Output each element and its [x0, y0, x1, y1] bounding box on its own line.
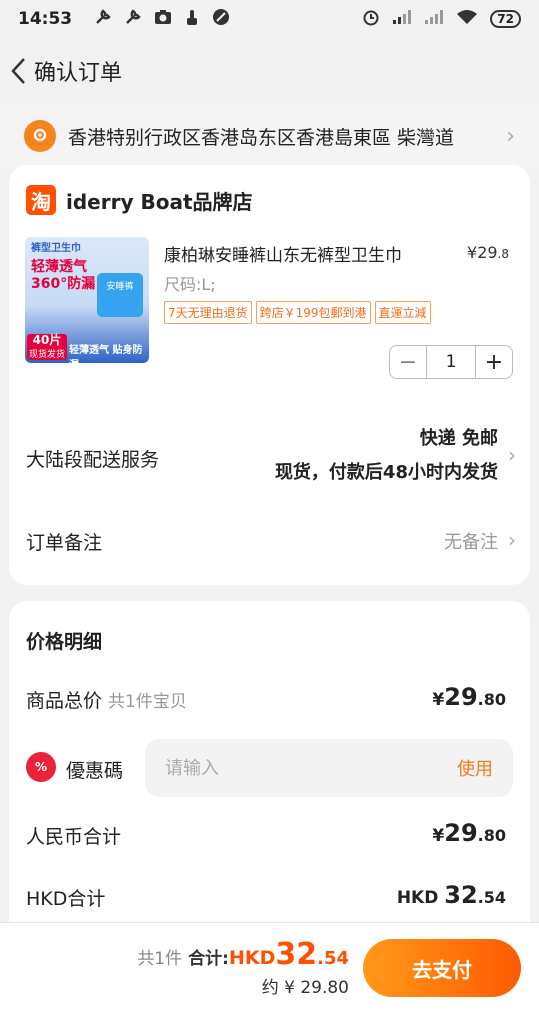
approx-rmb-total: 约 ¥ 29.80	[261, 978, 349, 998]
item-count: 共1件	[137, 949, 183, 969]
status-bar: 14:53 72	[0, 0, 539, 38]
taobao-icon: 淘	[26, 185, 56, 215]
page-title: 确认订单	[34, 61, 123, 86]
wifi-icon	[456, 9, 478, 29]
checkout-bar: 共1件 合计: HKD 32 .54 约 ¥ 29.80 去支付	[0, 922, 539, 1024]
product-title[interactable]: 康柏琳安睡裤山东无裤型卫生巾	[164, 241, 454, 266]
pay-button[interactable]: 去支付	[363, 939, 521, 997]
camera-icon	[154, 8, 172, 30]
checkout-total: 共1件 合计: HKD 32 .54	[137, 937, 349, 972]
status-notification-icons	[94, 8, 230, 30]
chevron-right-icon: ›	[506, 123, 515, 149]
coupon-label: 優惠碼	[66, 760, 124, 782]
shipping-label: 大陆段配送服务	[26, 449, 160, 471]
product-image-pack: 安睡裤	[97, 273, 143, 317]
service-tag: 跨店￥199包郵到港	[255, 301, 371, 324]
total-label: 合计:	[188, 949, 229, 969]
shop-name: iderry Boat品牌店	[66, 189, 253, 214]
battery-level: 72	[490, 10, 521, 28]
rmb-total-label: 人民币合计	[26, 826, 122, 848]
price-detail-title: 价格明细	[26, 631, 103, 653]
service-tags: 7天无理由退货 跨店￥199包郵到港 直運立減	[164, 301, 431, 324]
app-icon	[212, 8, 230, 30]
product-image-text: 轻薄透气 贴身防漏	[69, 345, 143, 363]
alarm-icon	[362, 8, 380, 30]
order-note-label: 订单备注	[26, 532, 103, 554]
shipping-eta[interactable]: 现货，付款后48小时内发货	[275, 458, 498, 484]
decrement-button[interactable]: −	[390, 346, 426, 378]
product-image-text: 裤型卫生巾	[31, 243, 81, 254]
product-image-badge: 40片 现货发货	[27, 333, 67, 360]
back-arrow-icon[interactable]	[6, 51, 32, 91]
total-currency: HKD	[228, 947, 276, 969]
rmb-total-amount: ¥29.80	[432, 819, 506, 847]
signal-icon	[424, 9, 444, 29]
service-tag: 7天无理由退货	[164, 301, 252, 324]
order-note-value[interactable]: 无备注	[444, 528, 498, 554]
apply-coupon-button[interactable]: 使用	[457, 755, 493, 781]
chevron-right-icon[interactable]: ›	[508, 528, 516, 552]
coupon-input[interactable]	[165, 757, 425, 779]
status-time: 14:53	[18, 9, 73, 29]
touch-icon	[184, 8, 200, 30]
hkd-total-label: HKD合计	[26, 888, 106, 910]
hkd-total-amount: HKD 32.54	[396, 881, 506, 909]
quantity-value[interactable]: 1	[426, 346, 476, 378]
location-pin-icon	[24, 120, 56, 152]
wrench-icon	[124, 8, 142, 30]
total-amount: 32	[275, 937, 318, 972]
nav-bar: 确认订单	[0, 38, 539, 104]
shop-card: 淘 iderry Boat品牌店 裤型卫生巾 轻薄透气 360°防漏 安睡裤 4…	[9, 165, 530, 585]
price-detail-card: 价格明细 商品总价共1件宝贝 ¥29.80 % 優惠碼 使用 人民币合计 ¥29…	[9, 601, 530, 931]
status-system-icons: 72	[362, 8, 521, 30]
total-decimal: .54	[317, 948, 349, 969]
shipping-method[interactable]: 快递 免邮	[420, 424, 498, 450]
coupon-box: 使用	[145, 739, 513, 797]
increment-button[interactable]: +	[476, 346, 512, 378]
signal-icon	[392, 9, 412, 29]
product-price: ¥29.8	[467, 243, 509, 262]
product-image-text: 轻薄透气 360°防漏	[31, 259, 96, 292]
shop-header[interactable]: 淘 iderry Boat品牌店	[26, 185, 253, 215]
quantity-stepper: − 1 +	[389, 345, 513, 379]
goods-total-amount: ¥29.80	[432, 683, 506, 711]
address-text: 香港特别行政区香港岛东区香港島東區 柴灣道	[68, 126, 455, 149]
chevron-right-icon[interactable]: ›	[508, 443, 516, 467]
service-tag: 直運立減	[374, 301, 431, 324]
coupon-icon: %	[26, 752, 56, 782]
product-spec: 尺码:L;	[164, 275, 216, 294]
product-image[interactable]: 裤型卫生巾 轻薄透气 360°防漏 安睡裤 40片 现货发货 轻薄透气 贴身防漏	[25, 237, 149, 363]
wrench-icon	[94, 8, 112, 30]
goods-total-label: 商品总价 共1件宝贝	[26, 690, 187, 712]
address-bar[interactable]: 香港特别行政区香港岛东区香港島東區 柴灣道 ›	[0, 104, 539, 168]
